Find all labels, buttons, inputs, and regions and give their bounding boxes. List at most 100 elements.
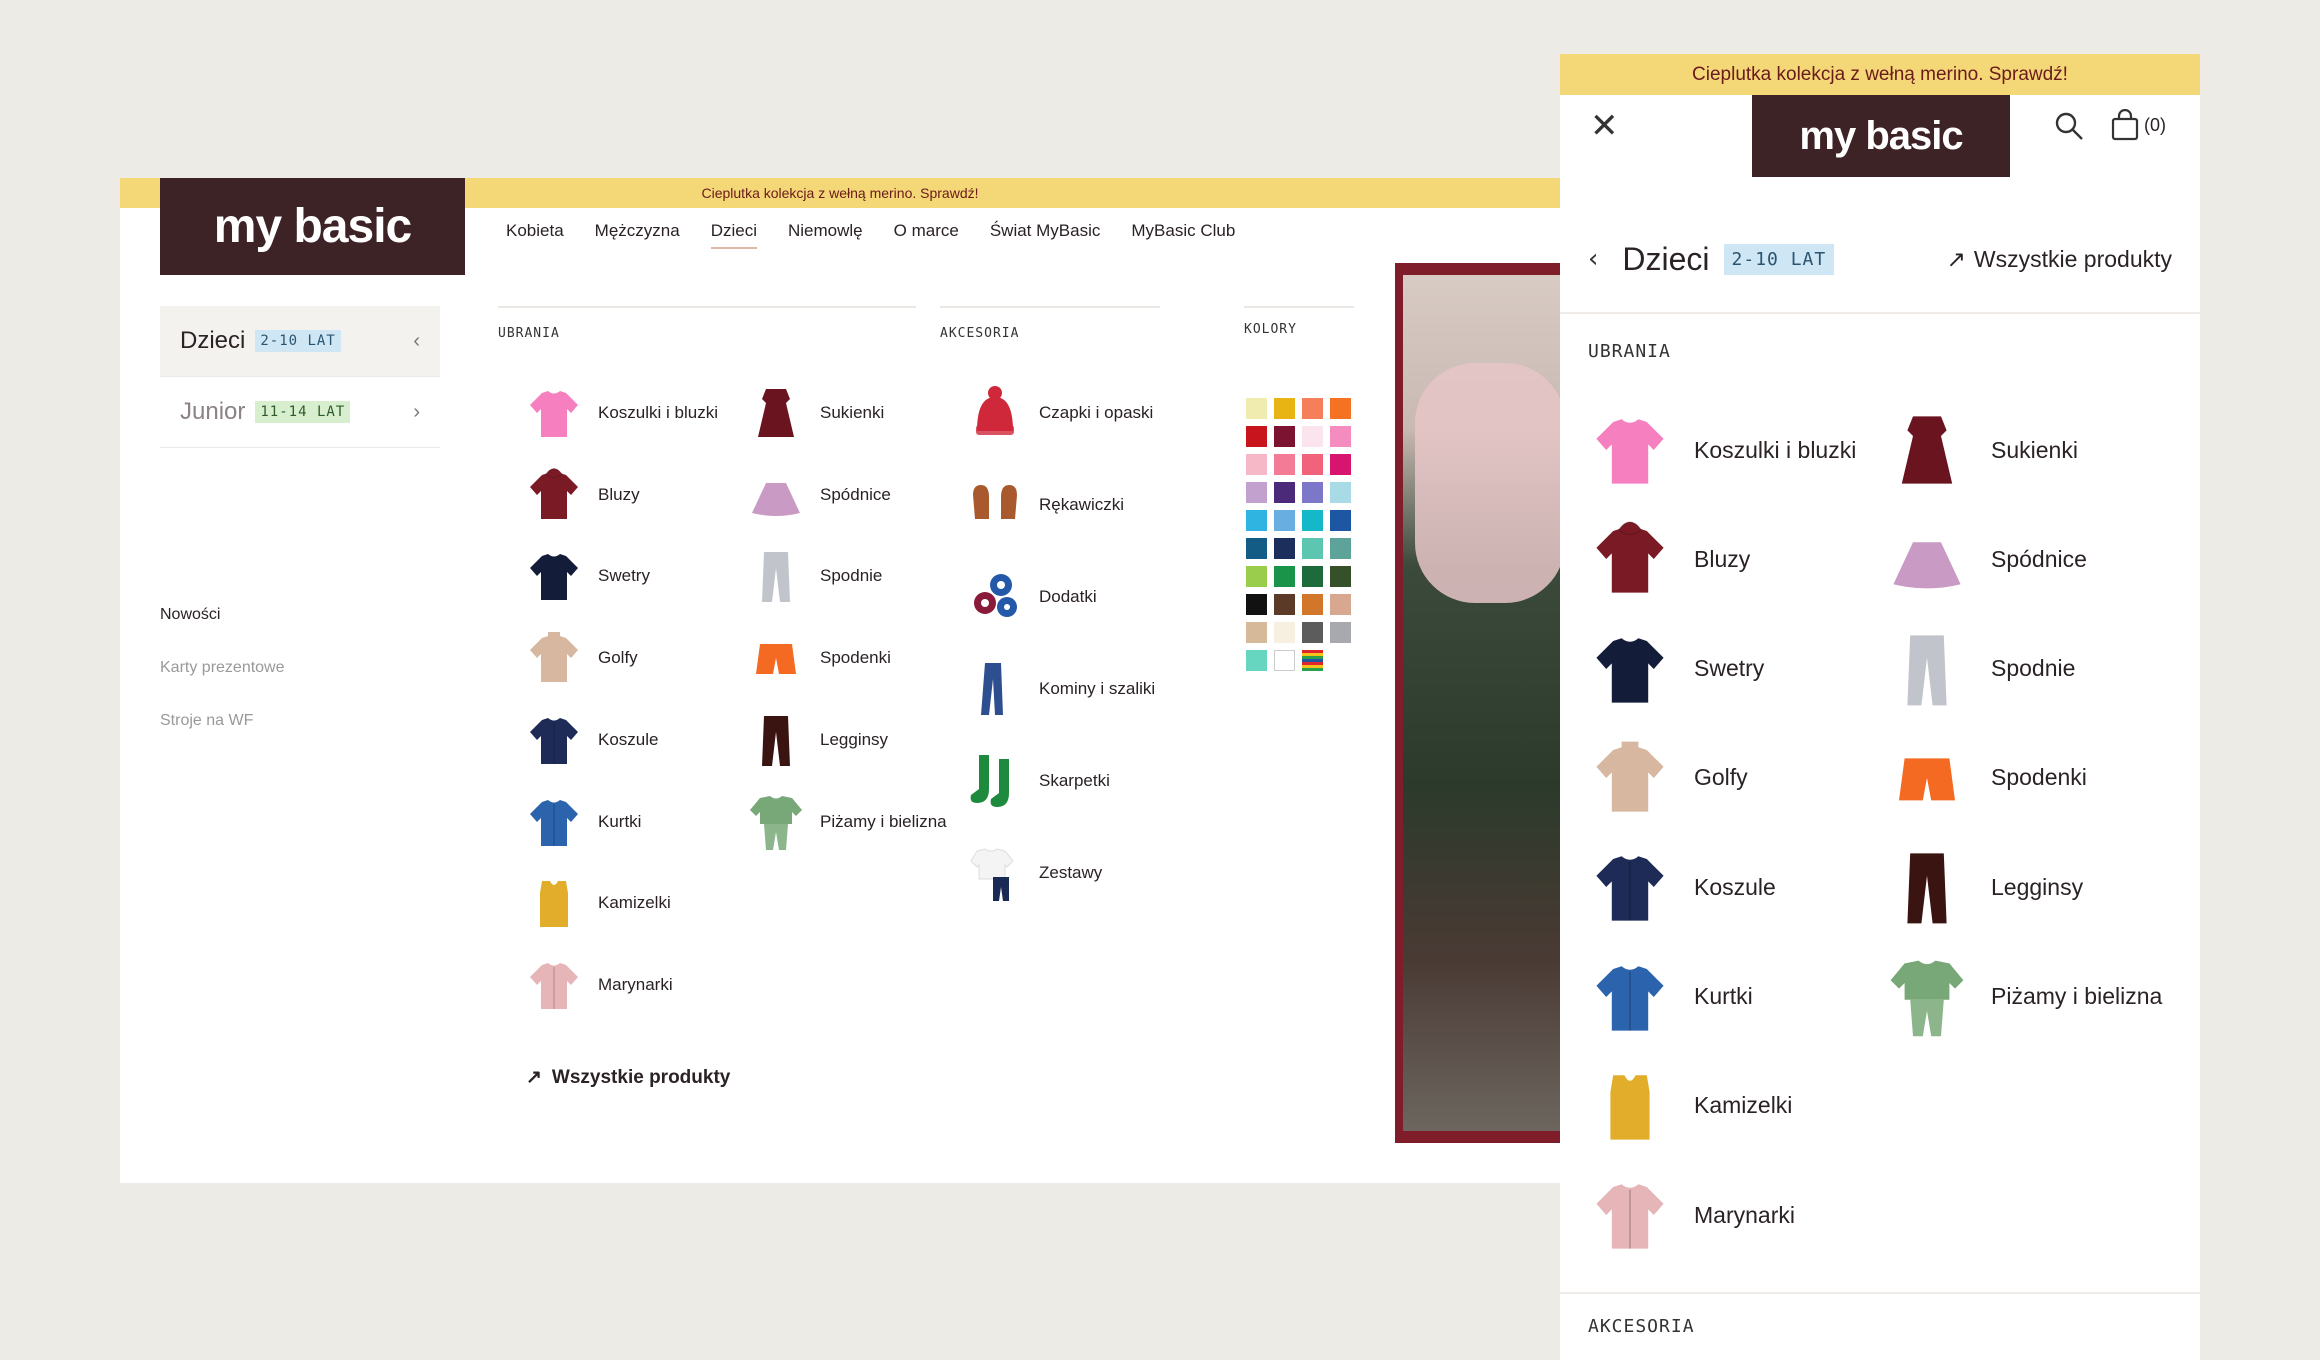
color-swatch[interactable]	[1330, 594, 1351, 615]
link-stroje-na-wf[interactable]: Stroje na WF	[160, 712, 285, 730]
category-item[interactable]: Sukienki	[746, 383, 884, 443]
color-swatch[interactable]	[1330, 482, 1351, 503]
tshirt-icon	[524, 383, 584, 443]
category-label: Bluzy	[1694, 545, 1751, 572]
category-item[interactable]: Koszulki i bluzki	[524, 383, 718, 443]
nav-o-marce[interactable]: O marce	[894, 221, 959, 249]
color-swatch[interactable]	[1302, 622, 1323, 643]
color-swatch[interactable]	[1246, 594, 1267, 615]
all-products-link[interactable]: ↗ Wszystkie produkty	[526, 1066, 730, 1089]
logo[interactable]: my basic	[1752, 95, 2010, 177]
nav-niemowle[interactable]: Niemowlę	[788, 221, 863, 249]
color-swatch[interactable]	[1274, 622, 1295, 643]
nav-mezczyzna[interactable]: Mężczyzna	[595, 221, 680, 249]
color-swatch[interactable]	[1330, 622, 1351, 643]
arrow-up-right-icon: ↗	[1946, 245, 1966, 272]
color-swatch[interactable]	[1302, 510, 1323, 531]
category-item[interactable]: Piżamy i bielizna	[746, 792, 947, 852]
all-products-link[interactable]: ↗ Wszystkie produkty	[1947, 246, 2172, 273]
color-swatch[interactable]	[1246, 566, 1267, 587]
color-swatch[interactable]	[1246, 650, 1267, 671]
link-nowosci[interactable]: Nowości	[160, 606, 285, 624]
category-item[interactable]: Czapki i opaski	[965, 383, 1153, 443]
category-item[interactable]: Spodenki	[1885, 736, 2087, 820]
category-item[interactable]: Kominy i szaliki	[965, 659, 1155, 719]
color-swatch[interactable]	[1330, 566, 1351, 587]
color-swatch[interactable]	[1274, 566, 1295, 587]
category-item[interactable]: Golfy	[524, 628, 638, 688]
color-swatch[interactable]	[1246, 538, 1267, 559]
color-swatch[interactable]	[1330, 426, 1351, 447]
color-swatch[interactable]	[1274, 538, 1295, 559]
category-item[interactable]: Dodatki	[965, 567, 1097, 627]
color-swatch[interactable]	[1246, 482, 1267, 503]
color-swatch[interactable]	[1274, 398, 1295, 419]
color-swatch[interactable]	[1302, 566, 1323, 587]
category-item[interactable]: Zestawy	[965, 843, 1102, 903]
category-item[interactable]: Swetry	[1588, 627, 1764, 711]
category-item[interactable]: Legginsy	[746, 710, 888, 770]
logo[interactable]: my basic	[160, 178, 465, 275]
color-swatch[interactable]	[1246, 510, 1267, 531]
category-item[interactable]: Koszulki i bluzki	[1588, 408, 1856, 492]
color-swatch[interactable]	[1274, 454, 1295, 475]
turtleneck-icon	[524, 628, 584, 688]
category-item[interactable]: Bluzy	[524, 465, 640, 525]
category-item[interactable]: Spodnie	[746, 546, 882, 606]
color-swatch[interactable]	[1330, 398, 1351, 419]
color-swatch[interactable]	[1302, 426, 1323, 447]
category-item[interactable]: Rękawiczki	[965, 475, 1124, 535]
category-item[interactable]: Marynarki	[1588, 1173, 1795, 1257]
category-item[interactable]: Legginsy	[1885, 845, 2083, 929]
color-swatch[interactable]	[1330, 454, 1351, 475]
color-swatch[interactable]	[1246, 426, 1267, 447]
color-swatch[interactable]	[1274, 650, 1295, 671]
color-swatch[interactable]	[1274, 482, 1295, 503]
color-swatch[interactable]	[1274, 510, 1295, 531]
cart-button[interactable]: (0)	[2110, 109, 2166, 141]
nav-kobieta[interactable]: Kobieta	[506, 221, 564, 249]
nav-dzieci[interactable]: Dzieci	[710, 221, 757, 249]
color-swatch[interactable]	[1302, 398, 1323, 419]
color-swatch[interactable]	[1302, 650, 1323, 671]
close-icon[interactable]: ✕	[1590, 109, 1619, 143]
category-item[interactable]: Spodnie	[1885, 627, 2075, 711]
color-swatch[interactable]	[1302, 594, 1323, 615]
nav-swiat-mybasic[interactable]: Świat MyBasic	[990, 221, 1101, 249]
category-item[interactable]: Spódnice	[746, 465, 891, 525]
color-swatch[interactable]	[1274, 594, 1295, 615]
category-item[interactable]: Golfy	[1588, 736, 1748, 820]
tshirt-icon	[1588, 408, 1672, 492]
sidebar-item-label: Junior	[180, 398, 246, 425]
category-item[interactable]: Koszule	[1588, 845, 1776, 929]
color-swatch[interactable]	[1302, 482, 1323, 503]
category-item[interactable]: Bluzy	[1588, 517, 1750, 601]
promo-banner[interactable]: Cieplutka kolekcja z wełną merino. Spraw…	[1560, 54, 2200, 95]
nav-mybasic-club[interactable]: MyBasic Club	[1131, 221, 1235, 249]
category-item[interactable]: Skarpetki	[965, 751, 1110, 811]
category-item[interactable]: Kurtki	[524, 792, 641, 852]
color-swatch[interactable]	[1330, 510, 1351, 531]
color-swatch[interactable]	[1302, 538, 1323, 559]
category-item[interactable]: Marynarki	[524, 955, 673, 1015]
category-item[interactable]: Spodenki	[746, 628, 891, 688]
sidebar-item-dzieci[interactable]: Dzieci 2-10 LAT ‹	[160, 306, 440, 377]
color-swatch[interactable]	[1246, 454, 1267, 475]
category-item[interactable]: Kamizelki	[1588, 1064, 1792, 1148]
color-swatch[interactable]	[1246, 398, 1267, 419]
search-icon[interactable]	[2054, 111, 2084, 146]
color-swatch[interactable]	[1274, 426, 1295, 447]
category-item[interactable]: Koszule	[524, 710, 658, 770]
color-swatch[interactable]	[1246, 622, 1267, 643]
chevron-left-icon[interactable]: ‹	[1588, 244, 1598, 274]
color-swatch[interactable]	[1302, 454, 1323, 475]
category-item[interactable]: Kurtki	[1588, 955, 1753, 1039]
category-item[interactable]: Swetry	[524, 546, 650, 606]
category-item[interactable]: Sukienki	[1885, 408, 2078, 492]
sidebar-item-junior[interactable]: Junior 11-14 LAT ›	[160, 377, 440, 448]
color-swatch[interactable]	[1330, 538, 1351, 559]
category-item[interactable]: Piżamy i bielizna	[1885, 955, 2162, 1039]
link-karty-prezentowe[interactable]: Karty prezentowe	[160, 659, 285, 677]
category-item[interactable]: Kamizelki	[524, 873, 671, 933]
category-item[interactable]: Spódnice	[1885, 517, 2087, 601]
